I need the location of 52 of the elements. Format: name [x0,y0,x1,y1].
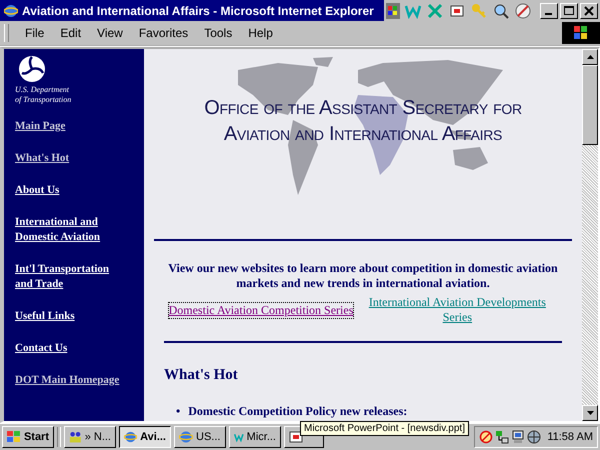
scroll-up-button[interactable] [582,49,598,65]
down-arrow-icon [586,411,594,415]
computer-icon [511,430,526,444]
network-icon [495,430,510,444]
browser-icon [179,430,193,444]
menu-item[interactable]: Help [240,26,281,40]
nav-link[interactable]: Main Page [15,119,66,134]
menu-item[interactable]: Edit [52,26,90,40]
globe-icon [527,430,542,444]
browser-icon [124,430,138,444]
scroll-thumb[interactable] [582,65,598,145]
nav-link[interactable]: International and Domestic Aviation [15,215,123,245]
taskbar-button[interactable]: Avi... [119,426,171,448]
up-arrow-icon [586,55,594,59]
menu-item[interactable]: File [17,26,52,40]
bullet-marker: • [176,404,180,419]
nav-link[interactable]: Useful Links [15,309,75,324]
triskelion-logo-icon [18,55,46,83]
logo-caption: U.S. Department of Transportation [15,85,72,105]
maximize-icon[interactable] [560,2,578,18]
windows-flag-icon [7,431,21,443]
scrollbar[interactable] [582,49,598,421]
page-link[interactable]: International Aviation Developments Series [357,295,558,325]
bullet-item: Domestic Competition Policy new releases: [188,404,408,419]
windows-flag-icon [574,26,588,40]
nav-link[interactable]: DOT Main Homepage [15,373,120,388]
office-icon[interactable] [386,2,400,18]
menu-item[interactable]: Tools [196,26,240,40]
taskbar-button[interactable]: Micr... [229,426,281,448]
menu-item[interactable]: View [89,26,131,40]
taskbar-button[interactable]: US... [174,426,226,448]
section-heading: What's Hot [164,367,239,384]
intro-text: View our new websites to learn more about competition in domestic aviation markets and new trends in international aviation. [167,261,559,291]
close-icon[interactable] [580,2,598,18]
nav-link[interactable]: What's Hot [15,151,70,166]
tooltip: Microsoft PowerPoint - [newsdiv.ppt] [300,421,469,436]
browser-icon [4,4,18,18]
page-link[interactable]: Domestic Aviation Competition Series [168,303,354,318]
presentation-icon [289,430,303,444]
nav-link[interactable]: Contact Us [15,341,68,356]
clock: 11:58 AM [547,431,593,443]
taskbar-button[interactable]: » N... [64,426,116,448]
people-icon [69,430,82,444]
magnifier-icon[interactable] [492,2,510,20]
window-title: Aviation and International Affairs - Microsoft Internet Explorer [22,4,374,18]
menu-item[interactable]: Favorites [130,26,196,40]
nav-link[interactable]: About Us [15,183,60,198]
minimize-icon[interactable] [540,2,558,18]
no-sign-icon [479,430,494,444]
scroll-down-button[interactable] [582,405,598,421]
nav-link[interactable]: Int'l Transportation and Trade [15,262,123,292]
start-button[interactable]: Start [2,426,54,448]
